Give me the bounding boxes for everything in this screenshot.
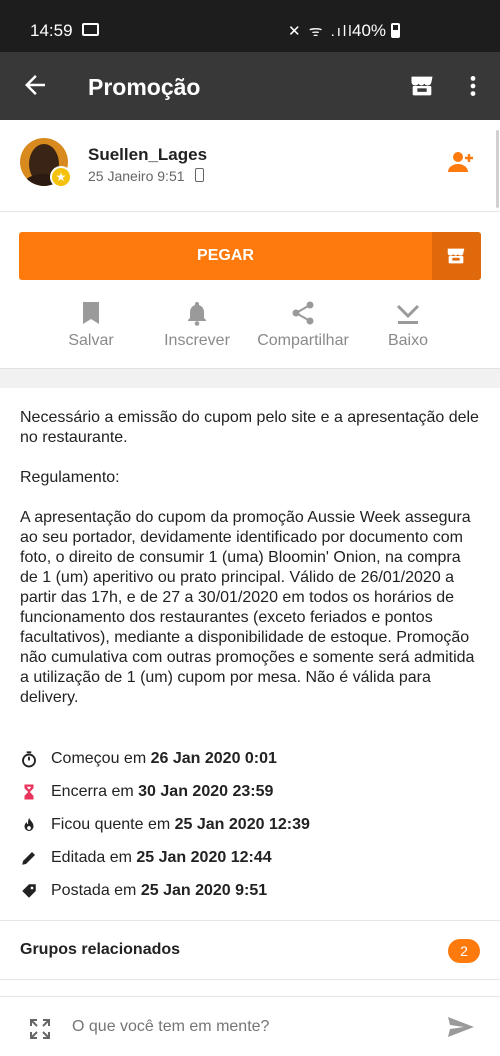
related-groups-row[interactable]: Grupos relacionados 2 — [0, 920, 500, 980]
flame-icon — [24, 817, 34, 831]
subscribe-button[interactable]: Inscrever — [152, 300, 242, 360]
send-icon[interactable] — [447, 1015, 475, 1039]
edited-value: 25 Jan 2020 12:44 — [136, 849, 272, 866]
battery-percent: 40% — [352, 21, 387, 40]
ends-label: Encerra em — [51, 783, 134, 800]
signal-icons: ✕ ᯤ .ıll — [288, 23, 354, 40]
save-button[interactable]: Salvar — [46, 300, 136, 360]
sim-card-icon — [82, 23, 99, 36]
share-icon — [292, 301, 314, 325]
vote-down-label: Baixo — [387, 332, 429, 349]
ends-value: 30 Jan 2020 23:59 — [138, 783, 274, 800]
edited-label: Editada em — [51, 849, 132, 866]
rank-badge-icon: ★ — [50, 166, 72, 188]
related-groups-label: Grupos relacionados — [20, 941, 181, 958]
posted-value: 25 Jan 2020 9:51 — [140, 882, 268, 899]
subscribe-label: Inscrever — [164, 332, 230, 349]
related-groups-count-badge: 2 — [448, 939, 480, 963]
regulation-body: A apresentação do cupom da promoção Auss… — [20, 509, 475, 706]
tag-icon — [22, 884, 36, 898]
action-row: Salvar Inscrever Compartilhar Baixo — [0, 300, 500, 368]
deal-timeline: Começou em 26 Jan 2020 0:01 Encerra em 3… — [20, 748, 480, 913]
more-vertical-icon[interactable] — [460, 72, 486, 100]
edited-at: Editada em 25 Jan 2020 12:44 — [20, 847, 480, 880]
post-date: 25 Janeiro 9:51 — [88, 168, 185, 184]
regulation-heading: Regulamento: — [20, 469, 120, 486]
author-username[interactable]: Suellen_Lages — [88, 145, 207, 165]
battery-icon — [391, 23, 400, 38]
comment-input[interactable] — [72, 1015, 422, 1039]
posted-at: Postada em 25 Jan 2020 9:51 — [20, 880, 480, 913]
save-label: Salvar — [68, 332, 114, 349]
pencil-icon — [22, 852, 35, 865]
download-icon — [396, 304, 420, 324]
scrollbar[interactable] — [496, 130, 499, 208]
started-at: Começou em 26 Jan 2020 0:01 — [20, 748, 480, 781]
app-bar: Promoção — [0, 52, 500, 120]
ends-at: Encerra em 30 Jan 2020 23:59 — [20, 781, 480, 814]
hot-value: 25 Jan 2020 12:39 — [174, 816, 310, 833]
vote-down-button[interactable]: Baixo — [368, 300, 448, 360]
description-intro: Necessário a emissão do cupom pelo site … — [20, 409, 479, 446]
posted-label: Postada em — [51, 882, 137, 899]
bell-icon — [188, 302, 206, 326]
status-time: 14:59 — [30, 21, 73, 40]
store-button[interactable] — [432, 232, 481, 280]
back-arrow-icon[interactable] — [20, 70, 50, 100]
comment-composer — [0, 996, 500, 1056]
follow-user-icon[interactable] — [447, 150, 475, 174]
started-label: Começou em — [51, 750, 147, 767]
share-label: Compartilhar — [257, 332, 349, 349]
expand-icon[interactable] — [28, 1017, 52, 1041]
status-bar: 14:59 ✕ ᯤ .ıll 40% — [0, 0, 500, 52]
get-deal-button[interactable]: PEGAR — [19, 232, 481, 280]
share-button[interactable]: Compartilhar — [248, 300, 358, 360]
hot-label: Ficou quente em — [51, 816, 171, 833]
post-author-row: ★ Suellen_Lages 25 Janeiro 9:51 — [0, 120, 500, 212]
became-hot-at: Ficou quente em 25 Jan 2020 12:39 — [20, 814, 480, 847]
bookmark-icon — [83, 302, 99, 324]
get-deal-label: PEGAR — [197, 247, 254, 264]
section-divider — [0, 368, 500, 388]
hourglass-icon — [24, 784, 34, 800]
started-value: 26 Jan 2020 0:01 — [150, 750, 277, 767]
page-title: Promoção — [88, 74, 201, 100]
store-icon[interactable] — [408, 72, 436, 100]
mobile-device-icon — [195, 168, 204, 182]
deal-description: Necessário a emissão do cupom pelo site … — [20, 408, 480, 728]
timer-icon — [22, 751, 36, 768]
